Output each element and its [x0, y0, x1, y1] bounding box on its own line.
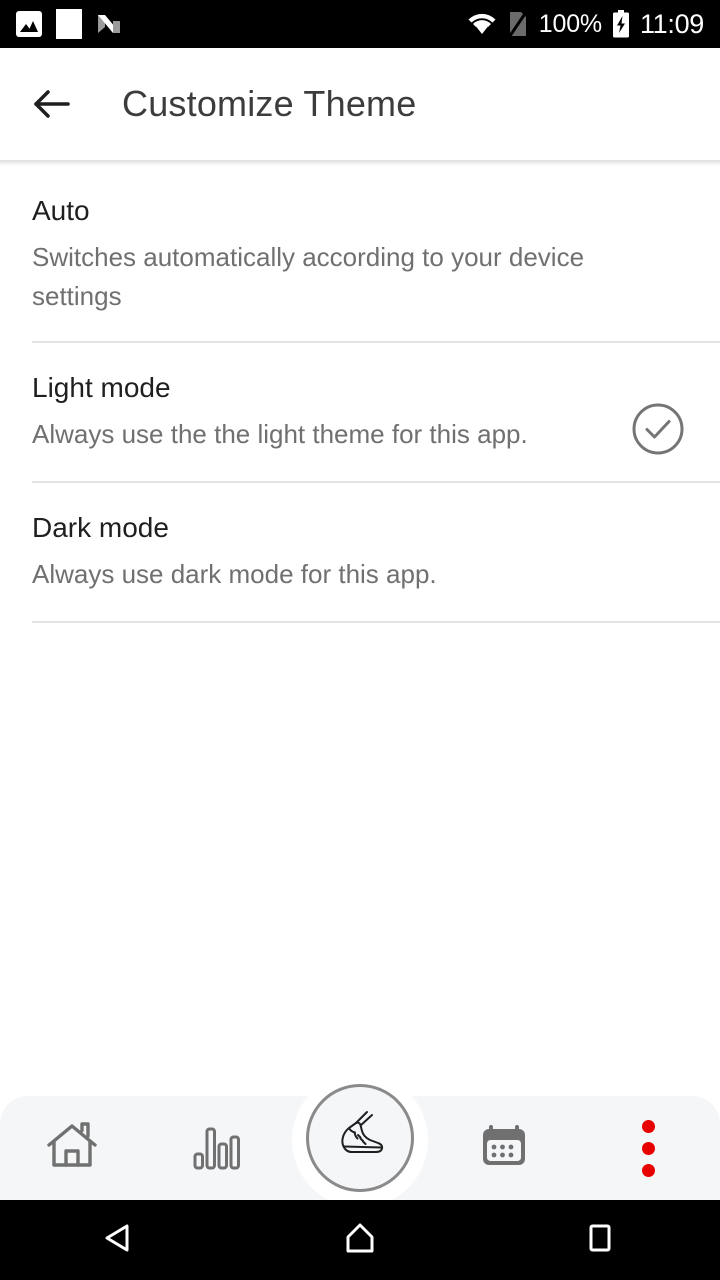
calendar-icon: [478, 1120, 530, 1177]
android-system-navigation-bar: [0, 1200, 720, 1280]
theme-option-dark-mode-text: Dark mode Always use dark mode for this …: [32, 511, 630, 594]
check-circle-icon: [630, 401, 686, 457]
back-arrow-icon[interactable]: [30, 82, 74, 126]
activity-fab-button[interactable]: [306, 1084, 414, 1192]
bottom-navigation-bar: [0, 1072, 720, 1208]
shoe-icon: [325, 1101, 395, 1176]
overflow-menu-icon: [641, 1119, 655, 1177]
theme-option-title: Light mode: [32, 372, 171, 404]
battery-percent-label: 100%: [538, 9, 602, 38]
theme-option-auto[interactable]: Auto Switches automatically according to…: [0, 166, 720, 341]
clock-label: 11:09: [639, 8, 704, 39]
overflow-dot: [641, 1141, 655, 1155]
nav-item-home[interactable]: [0, 1096, 144, 1200]
app-bar: Customize Theme: [0, 48, 720, 160]
white-square-icon: [56, 9, 82, 39]
list-divider: [32, 621, 720, 624]
image-icon: [16, 11, 42, 37]
page-title: Customize Theme: [122, 83, 417, 124]
bar-chart-icon: [190, 1120, 242, 1177]
overflow-dot: [641, 1163, 655, 1177]
theme-option-dark-mode[interactable]: Dark mode Always use dark mode for this …: [0, 483, 720, 621]
phone-screen: 100% 11:09 Customize Theme Auto Switches…: [0, 0, 720, 1280]
system-home-button[interactable]: [240, 1200, 480, 1280]
status-bar: 100% 11:09: [0, 0, 720, 48]
overflow-dot: [641, 1119, 655, 1133]
theme-option-title: Dark mode: [32, 512, 169, 544]
status-bar-notifications: [16, 9, 122, 39]
system-recents-button[interactable]: [480, 1200, 720, 1280]
nav-item-statistics[interactable]: [144, 1096, 288, 1200]
home-pentagon-icon: [340, 1218, 380, 1263]
theme-option-subtitle: Switches automatically according to your…: [32, 241, 585, 312]
battery-charging-icon: [612, 10, 630, 38]
system-back-button[interactable]: [0, 1200, 240, 1280]
nav-item-overflow-menu[interactable]: [576, 1096, 720, 1200]
status-bar-system-icons: 100% 11:09: [467, 9, 704, 39]
android-n-icon: [96, 11, 122, 37]
square-recents-icon: [580, 1218, 620, 1263]
home-icon: [44, 1118, 100, 1179]
theme-options-list: Auto Switches automatically according to…: [0, 166, 720, 1086]
no-sim-icon: [507, 9, 529, 39]
theme-option-title: Auto: [32, 195, 90, 226]
theme-option-subtitle: Always use the the light theme for this …: [32, 418, 528, 449]
triangle-back-icon: [100, 1218, 140, 1263]
theme-option-light-mode-text: Light mode Always use the the light them…: [32, 371, 630, 454]
wifi-icon: [467, 12, 497, 36]
theme-option-subtitle: Always use dark mode for this app.: [32, 558, 437, 589]
theme-option-auto-text: Auto Switches automatically according to…: [32, 194, 630, 317]
nav-item-calendar[interactable]: [432, 1096, 576, 1200]
theme-option-light-mode[interactable]: Light mode Always use the the light them…: [0, 343, 720, 481]
